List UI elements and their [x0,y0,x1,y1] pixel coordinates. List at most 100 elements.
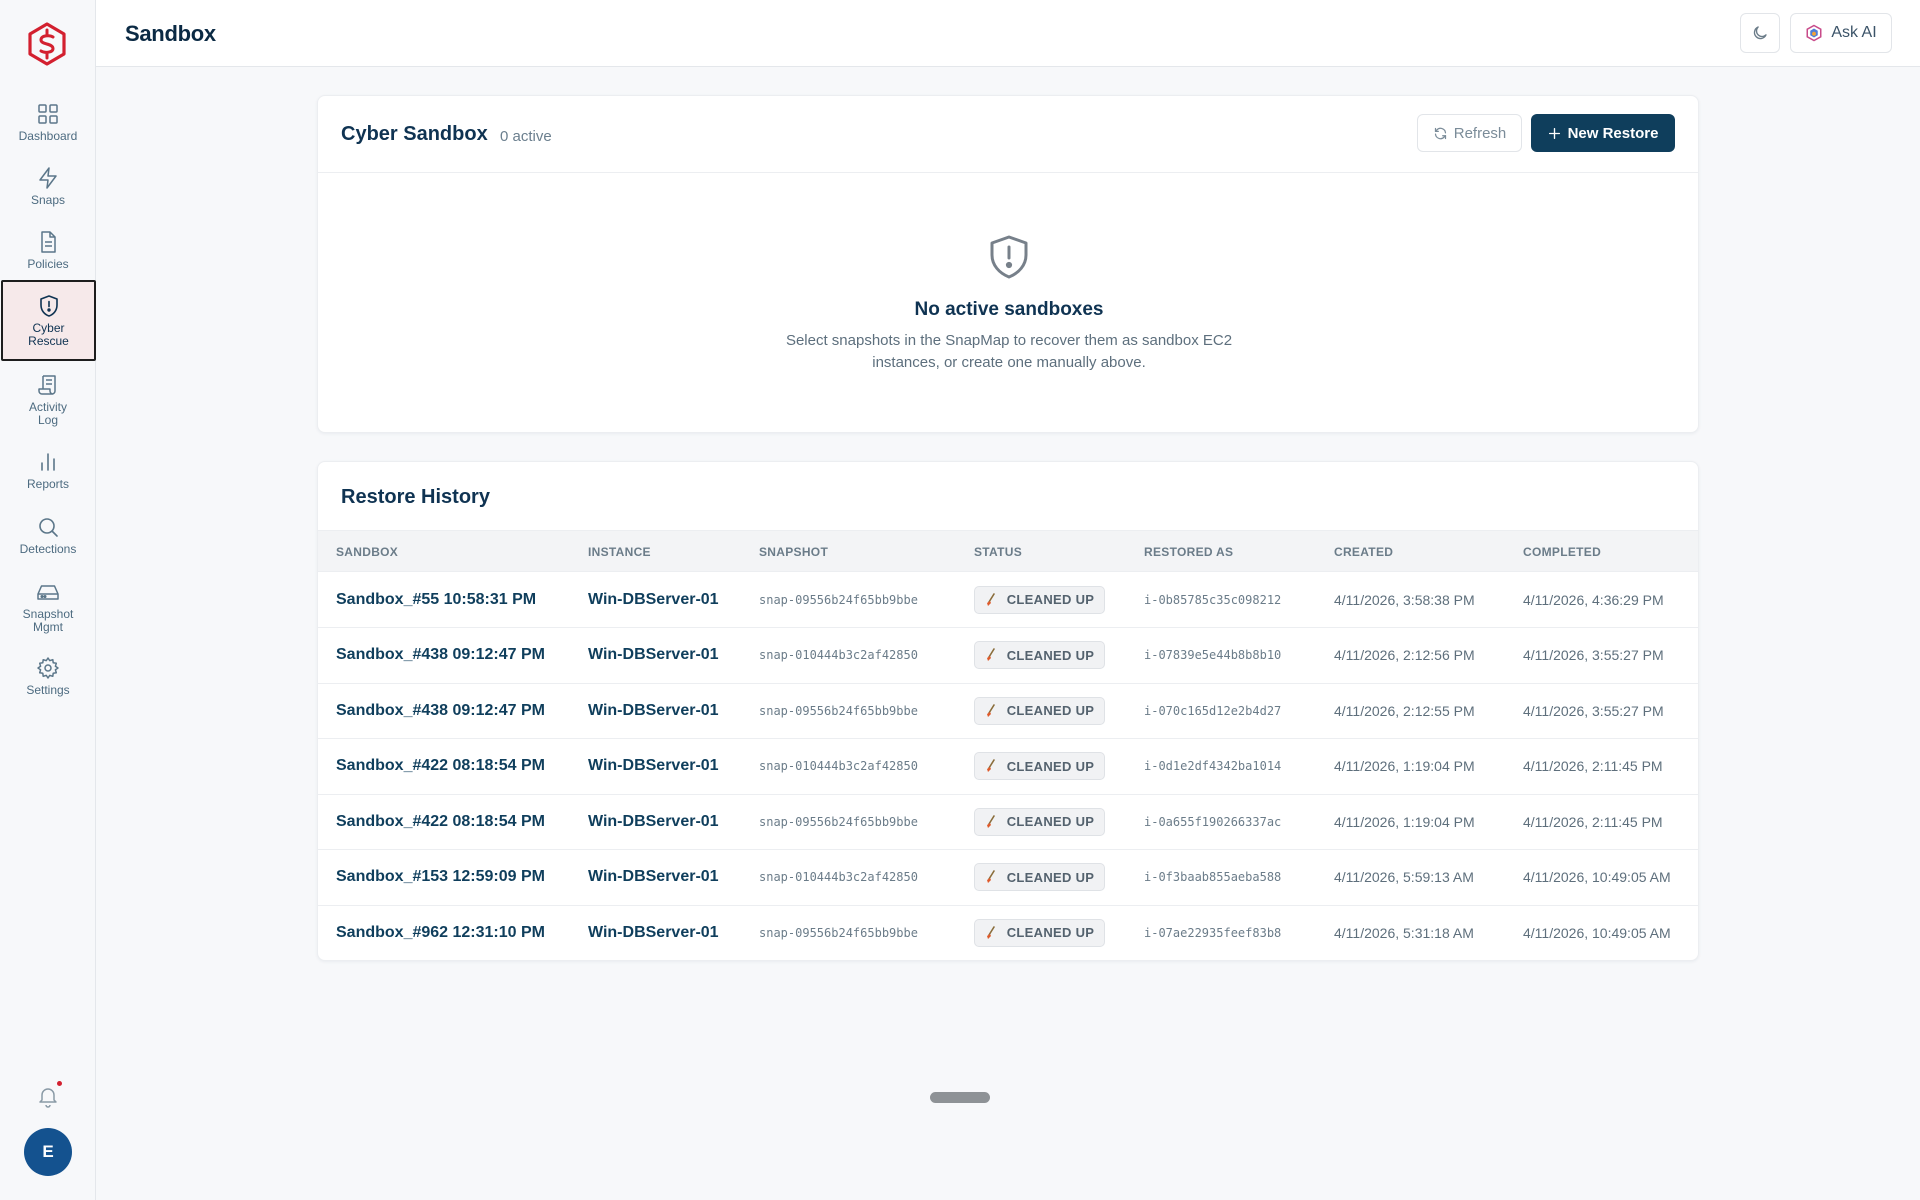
broom-icon [986,648,995,661]
scroll-handle[interactable] [930,1092,990,1103]
sidebar-item-snaps[interactable]: Snaps [0,166,96,207]
sandbox-name-link[interactable]: Sandbox_#962 12:31:10 PM [336,905,545,960]
theme-toggle-button[interactable] [1740,13,1780,53]
scroll-icon [38,375,56,395]
snapshot-id: snap-09556b24f65bb9bbe [759,925,918,940]
completed-timestamp: 4/11/2026, 3:55:27 PM [1523,647,1664,663]
table-row[interactable]: Sandbox_#422 08:18:54 PM Win-DBServer-01 s… [318,794,1698,850]
ask-ai-button[interactable]: Ask AI [1790,13,1892,53]
new-restore-button[interactable]: New Restore [1531,114,1675,152]
table-row[interactable]: Sandbox_#55 10:58:31 PM Win-DBServer-01 sn… [318,572,1698,628]
cyber-sandbox-card: Cyber Sandbox 0 active Refresh New Resto… [317,95,1699,433]
table-row[interactable]: Sandbox_#438 09:12:47 PM Win-DBServer-01 s… [318,683,1698,739]
column-header: CREATED [1334,545,1394,559]
bar-chart-icon [41,453,55,471]
status-badge: CLEANED UP [974,585,1105,614]
status-label: CLEANED UP [1006,869,1095,885]
status-badge: CLEANED UP [974,918,1105,947]
sandbox-name-link[interactable]: Sandbox_#438 09:12:47 PM [336,628,545,683]
app-logo[interactable] [26,22,68,66]
snapshot-id: snap-010444b3c2af42850 [759,648,918,662]
sidebar-item-settings[interactable]: Settings [0,656,96,697]
instance-name-link[interactable]: Win-DBServer-01 [588,683,719,738]
restore-history-title: Restore History [341,486,490,508]
sandbox-name-link[interactable]: Sandbox_#422 08:18:54 PM [336,739,545,794]
status-label: CLEANED UP [1006,703,1095,718]
status-badge: CLEANED UP [974,863,1105,891]
instance-name-link[interactable]: Win-DBServer-01 [588,850,719,905]
broom-icon [986,759,995,772]
table-row[interactable]: Sandbox_#153 12:59:09 PM Win-DBServer-01 s… [318,850,1698,906]
instance-name-link[interactable]: Win-DBServer-01 [588,739,719,794]
broom-icon [986,592,995,606]
column-header: SANDBOX [336,545,399,559]
sidebar-item-label-line2: Rescue [28,334,69,348]
sidebar-item-label: Settings [26,683,70,697]
sandbox-name-link[interactable]: Sandbox_#153 12:59:09 PM [336,850,545,905]
created-timestamp: 4/11/2026, 5:31:18 AM [1334,924,1474,941]
sandbox-name-link[interactable]: Sandbox_#422 08:18:54 PM [336,794,545,849]
broom-icon [986,870,995,883]
sidebar-item-detections[interactable]: Detections [0,515,96,556]
restore-history-card: Restore History SANDBOX INSTANCE SNAPSHO… [317,461,1699,961]
search-icon [39,518,58,537]
completed-timestamp: 4/11/2026, 2:11:45 PM [1523,758,1663,774]
sidebar-item-label-line2: Log [37,413,59,427]
empty-state-title: No active sandboxes [914,299,1104,320]
refresh-button[interactable]: Refresh [1417,114,1522,152]
card-title: Cyber Sandbox [341,123,488,145]
column-header: INSTANCE [588,545,651,559]
snapshot-id: snap-09556b24f65bb9bbe [759,814,918,829]
status-badge: CLEANED UP [974,807,1105,836]
snapshot-id: snap-09556b24f65bb9bbe [759,703,918,718]
table-row[interactable]: Sandbox_#422 08:18:54 PM Win-DBServer-01 s… [318,739,1698,795]
avatar[interactable]: E [24,1128,72,1176]
sidebar-item-label: Dashboard [18,129,78,143]
sidebar-item-activity-log[interactable]: Activity Log [0,373,96,427]
restored-instance-id: i-0d1e2df4342ba1014 [1144,759,1282,773]
status-cell: CLEANED UP [974,628,1105,683]
moon-icon [1753,26,1767,40]
column-header: RESTORED AS [1144,545,1234,559]
created-timestamp: 4/11/2026, 3:58:38 PM [1334,591,1475,608]
instance-name-link[interactable]: Win-DBServer-01 [588,628,719,683]
status-cell: CLEANED UP [974,683,1105,738]
new-restore-label: New Restore [1567,124,1659,142]
instance-name-link[interactable]: Win-DBServer-01 [588,794,719,849]
status-cell: CLEANED UP [974,739,1105,794]
broom-icon [986,814,995,828]
table-row[interactable]: Sandbox_#438 09:12:47 PM Win-DBServer-01 s… [318,628,1698,684]
sandbox-name-link[interactable]: Sandbox_#438 09:12:47 PM [336,683,545,738]
sandbox-name-link[interactable]: Sandbox_#55 10:58:31 PM [336,572,536,627]
status-cell: CLEANED UP [974,905,1105,960]
sidebar-item-cyber-rescue[interactable]: Cyber Rescue [1,280,96,361]
instance-name-link[interactable]: Win-DBServer-01 [588,572,719,627]
status-cell: CLEANED UP [974,794,1105,849]
broom-icon [986,703,995,717]
table-header: SANDBOX INSTANCE SNAPSHOT STATUS RESTORE… [318,530,1698,572]
bell-icon[interactable] [36,1084,60,1108]
completed-timestamp: 4/11/2026, 3:55:27 PM [1523,702,1664,719]
completed-timestamp: 4/11/2026, 4:36:29 PM [1523,591,1664,608]
card-header: Cyber Sandbox 0 active Refresh New Resto… [318,96,1698,173]
bolt-icon [39,167,57,189]
sidebar-item-reports[interactable]: Reports [0,450,96,491]
completed-timestamp: 4/11/2026, 10:49:05 AM [1523,924,1671,941]
restored-instance-id: i-0b85785c35c098212 [1144,592,1282,607]
dashboard-icon [38,104,58,124]
sidebar-item-dashboard[interactable]: Dashboard [0,102,96,143]
sidebar-item-policies[interactable]: Policies [0,230,96,271]
instance-name-link[interactable]: Win-DBServer-01 [588,905,719,960]
restored-instance-id: i-07ae22935feef83b8 [1144,925,1282,940]
created-timestamp: 4/11/2026, 2:12:56 PM [1334,647,1475,663]
status-cell: CLEANED UP [974,572,1105,627]
sidebar-item-snapshot-mgmt[interactable]: Snapshot Mgmt [0,580,96,634]
ask-ai-label: Ask AI [1831,24,1877,41]
empty-state-description: Select snapshots in the SnapMap to recov… [785,332,1233,371]
created-timestamp: 4/11/2026, 1:19:04 PM [1334,813,1475,830]
page-title: Sandbox [125,21,216,46]
ai-logo-icon [1806,24,1822,42]
table-row[interactable]: Sandbox_#962 12:31:10 PM Win-DBServer-01 s… [318,905,1698,961]
status-label: CLEANED UP [1006,758,1095,774]
status-label: CLEANED UP [1006,814,1095,829]
